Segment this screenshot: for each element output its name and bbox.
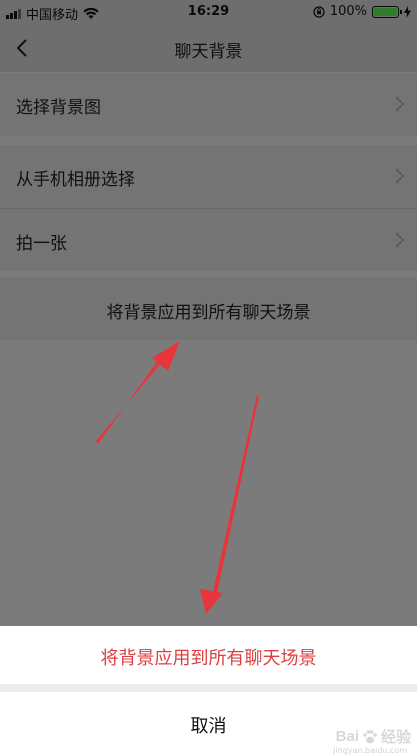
status-bar: 中国移动 16:29 100% [0, 0, 417, 24]
cell-select-background[interactable]: 选择背景图 [0, 73, 417, 136]
apply-all-row-label: 将背景应用到所有聊天场景 [106, 303, 311, 323]
cell-take-photo-label: 拍一张 [16, 234, 67, 254]
cell-select-background-label: 选择背景图 [16, 98, 101, 118]
charging-icon [404, 5, 411, 18]
status-right: 100% [313, 4, 411, 19]
back-button[interactable] [12, 32, 40, 64]
nav-bar: 聊天背景 [0, 24, 417, 72]
battery-icon [372, 5, 402, 18]
group-photo-source: 从手机相册选择 拍一张 [0, 145, 417, 271]
cell-from-album[interactable]: 从手机相册选择 [0, 145, 417, 208]
apply-all-button-label: 将背景应用到所有聊天场景 [100, 648, 317, 669]
cell-from-album-label: 从手机相册选择 [16, 170, 135, 190]
annotation-arrow [96, 341, 180, 444]
watermark-brand-cn: 经验 [380, 729, 411, 746]
group-background: 选择背景图 [0, 73, 417, 136]
annotation-arrow [200, 395, 259, 614]
chevron-left-icon [16, 39, 27, 57]
apply-all-row[interactable]: 将背景应用到所有聊天场景 [0, 278, 417, 340]
watermark-url: jingyan.baidu.com [333, 746, 407, 755]
watermark-brand: Bai [335, 728, 359, 745]
apply-all-button[interactable]: 将背景应用到所有聊天场景 [0, 626, 417, 684]
chevron-right-icon [395, 232, 404, 248]
orientation-lock-icon [313, 5, 325, 18]
chevron-right-icon [395, 96, 404, 112]
cell-take-photo[interactable]: 拍一张 [0, 208, 417, 271]
paw-icon [363, 729, 377, 743]
page-title: 聊天背景 [174, 42, 243, 62]
battery-percent: 100% [329, 4, 367, 19]
chevron-right-icon [395, 168, 404, 184]
battery-fill [374, 7, 397, 16]
watermark: Bai 经验 [336, 726, 411, 747]
